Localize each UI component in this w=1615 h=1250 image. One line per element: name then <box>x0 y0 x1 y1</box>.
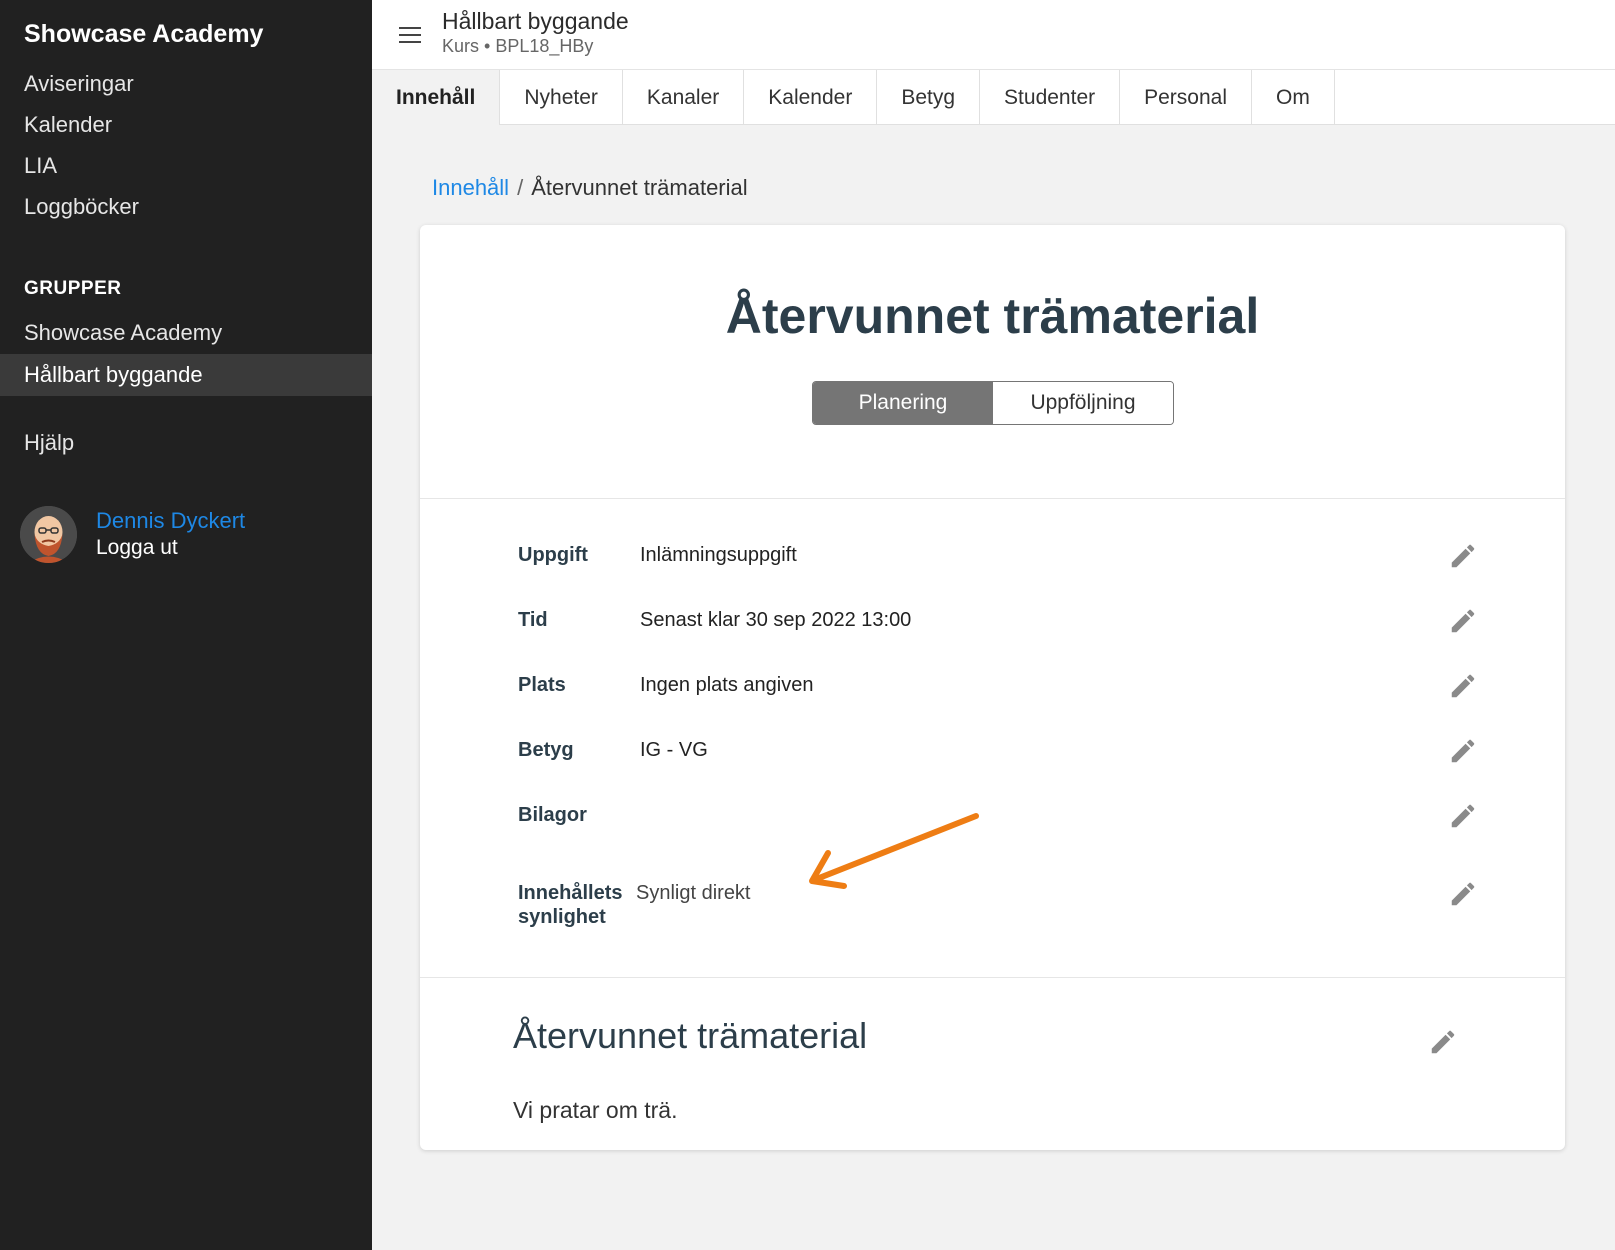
pencil-icon[interactable] <box>1448 541 1478 571</box>
pencil-icon[interactable] <box>1448 671 1478 701</box>
tab-kalender[interactable]: Kalender <box>744 70 878 125</box>
detail-label: Tid <box>518 609 548 631</box>
pencil-icon[interactable] <box>1448 801 1478 831</box>
detail-label: Uppgift <box>518 544 588 566</box>
user-block: Dennis Dyckert Logga ut <box>20 506 360 566</box>
breadcrumb-current: Återvunnet trämaterial <box>531 175 748 200</box>
avatar[interactable] <box>20 506 77 563</box>
annotation-arrow-icon <box>809 813 979 889</box>
visibility-label-line2: synlighet <box>518 906 606 928</box>
content-title: Återvunnet trämaterial <box>725 288 1260 344</box>
content-card: Återvunnet trämaterial Planering Uppfölj… <box>420 225 1565 1150</box>
detail-value: Inlämningsuppgift <box>640 544 797 566</box>
divider <box>420 498 1565 499</box>
tab-nyheter[interactable]: Nyheter <box>500 70 623 125</box>
groups-heading: GRUPPER <box>24 278 122 299</box>
detail-value: Senast klar 30 sep 2022 13:00 <box>640 609 912 631</box>
sidebar: Showcase Academy Aviseringar Kalender LI… <box>0 0 372 1250</box>
sidebar-item-kalender[interactable]: Kalender <box>0 104 372 146</box>
logout-link[interactable]: Logga ut <box>96 536 178 560</box>
top-header: Hållbart byggande Kurs • BPL18_HBy <box>372 0 1615 70</box>
pencil-icon[interactable] <box>1448 606 1478 636</box>
section-text: Vi pratar om trä. <box>513 1097 678 1123</box>
page-title: Hållbart byggande <box>442 8 629 34</box>
detail-label: Bilagor <box>518 804 587 826</box>
visibility-label: Innehållets synlighet <box>518 881 628 929</box>
pencil-icon[interactable] <box>1428 1027 1458 1057</box>
visibility-label-line1: Innehållets <box>518 882 623 904</box>
sidebar-item-hallbart-byggande[interactable]: Hållbart byggande <box>0 354 372 396</box>
tab-innehall[interactable]: Innehåll <box>372 70 501 125</box>
sidebar-item-loggbocker[interactable]: Loggböcker <box>0 186 372 228</box>
detail-label: Betyg <box>518 739 574 761</box>
sidebar-item-showcase-academy[interactable]: Showcase Academy <box>0 312 372 354</box>
followup-toggle-button[interactable]: Uppföljning <box>993 382 1173 424</box>
tab-studenter[interactable]: Studenter <box>980 70 1121 125</box>
tab-personal[interactable]: Personal <box>1120 70 1253 125</box>
tab-om[interactable]: Om <box>1252 70 1335 125</box>
visibility-value: Synligt direkt <box>636 882 751 904</box>
brand-title[interactable]: Showcase Academy <box>24 20 263 49</box>
tab-betyg[interactable]: Betyg <box>877 70 981 125</box>
sidebar-item-lia[interactable]: LIA <box>0 145 372 187</box>
tab-bar: Innehåll Nyheter Kanaler Kalender Betyg … <box>372 70 1615 125</box>
pencil-icon[interactable] <box>1448 736 1478 766</box>
page-subtitle: Kurs • BPL18_HBy <box>442 36 594 56</box>
sidebar-item-help[interactable]: Hjälp <box>0 422 372 464</box>
user-name-link[interactable]: Dennis Dyckert <box>96 508 245 534</box>
planning-toggle-button[interactable]: Planering <box>813 382 993 424</box>
tab-kanaler[interactable]: Kanaler <box>623 70 745 125</box>
detail-row-visibility: Innehållets synlighet Synligt direkt <box>518 881 1478 937</box>
detail-value: Ingen plats angiven <box>640 674 814 696</box>
section-title: Återvunnet trämaterial <box>513 1015 868 1056</box>
view-toggle: Planering Uppföljning <box>812 381 1174 425</box>
hamburger-menu-icon[interactable] <box>396 20 426 50</box>
detail-value: IG - VG <box>640 739 708 761</box>
breadcrumb-root-link[interactable]: Innehåll <box>432 175 509 200</box>
sidebar-item-aviseringar[interactable]: Aviseringar <box>0 63 372 105</box>
breadcrumb: Innehåll / Återvunnet trämaterial <box>432 175 748 201</box>
divider <box>420 977 1565 978</box>
breadcrumb-separator: / <box>517 175 524 200</box>
detail-label: Plats <box>518 674 566 696</box>
pencil-icon[interactable] <box>1448 879 1478 909</box>
